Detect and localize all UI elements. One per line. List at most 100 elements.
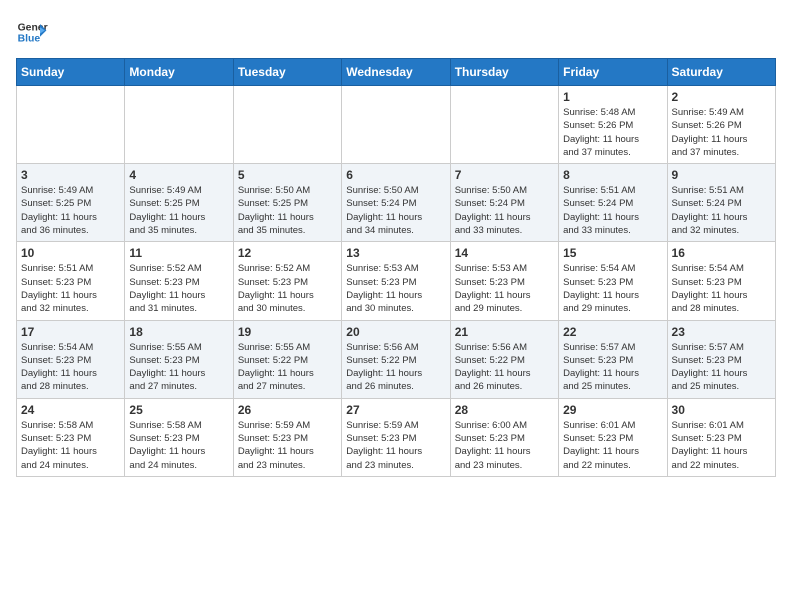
day-number: 11: [129, 246, 228, 260]
day-number: 5: [238, 168, 337, 182]
day-info: Sunrise: 5:51 AM Sunset: 5:24 PM Dayligh…: [672, 184, 771, 237]
day-info: Sunrise: 5:49 AM Sunset: 5:25 PM Dayligh…: [21, 184, 120, 237]
day-number: 14: [455, 246, 554, 260]
svg-text:Blue: Blue: [18, 34, 41, 45]
weekday-header: Friday: [559, 59, 667, 86]
day-info: Sunrise: 6:01 AM Sunset: 5:23 PM Dayligh…: [563, 419, 662, 472]
calendar-cell: 19 Sunrise: 5:55 AM Sunset: 5:22 PM Dayli…: [233, 320, 341, 398]
page-header: General Blue: [16, 16, 776, 48]
calendar-cell: 30 Sunrise: 6:01 AM Sunset: 5:23 PM Dayli…: [667, 398, 775, 476]
calendar-cell: 12 Sunrise: 5:52 AM Sunset: 5:23 PM Dayli…: [233, 242, 341, 320]
calendar-header-row: SundayMondayTuesdayWednesdayThursdayFrid…: [17, 59, 776, 86]
day-number: 22: [563, 325, 662, 339]
calendar-cell: 18 Sunrise: 5:55 AM Sunset: 5:23 PM Dayli…: [125, 320, 233, 398]
weekday-header: Sunday: [17, 59, 125, 86]
day-number: 23: [672, 325, 771, 339]
day-number: 12: [238, 246, 337, 260]
calendar-cell: 17 Sunrise: 5:54 AM Sunset: 5:23 PM Dayli…: [17, 320, 125, 398]
day-number: 26: [238, 403, 337, 417]
day-number: 2: [672, 90, 771, 104]
day-number: 27: [346, 403, 445, 417]
day-info: Sunrise: 6:01 AM Sunset: 5:23 PM Dayligh…: [672, 419, 771, 472]
day-info: Sunrise: 5:58 AM Sunset: 5:23 PM Dayligh…: [129, 419, 228, 472]
calendar-cell: 13 Sunrise: 5:53 AM Sunset: 5:23 PM Dayli…: [342, 242, 450, 320]
calendar-cell: 4 Sunrise: 5:49 AM Sunset: 5:25 PM Daylig…: [125, 164, 233, 242]
day-info: Sunrise: 5:54 AM Sunset: 5:23 PM Dayligh…: [563, 262, 662, 315]
calendar-cell: 20 Sunrise: 5:56 AM Sunset: 5:22 PM Dayli…: [342, 320, 450, 398]
day-info: Sunrise: 5:56 AM Sunset: 5:22 PM Dayligh…: [455, 341, 554, 394]
day-number: 13: [346, 246, 445, 260]
calendar-cell: 11 Sunrise: 5:52 AM Sunset: 5:23 PM Dayli…: [125, 242, 233, 320]
day-info: Sunrise: 5:59 AM Sunset: 5:23 PM Dayligh…: [238, 419, 337, 472]
day-number: 28: [455, 403, 554, 417]
day-info: Sunrise: 5:56 AM Sunset: 5:22 PM Dayligh…: [346, 341, 445, 394]
day-number: 20: [346, 325, 445, 339]
day-info: Sunrise: 5:51 AM Sunset: 5:24 PM Dayligh…: [563, 184, 662, 237]
day-info: Sunrise: 6:00 AM Sunset: 5:23 PM Dayligh…: [455, 419, 554, 472]
logo: General Blue: [16, 16, 52, 48]
day-number: 21: [455, 325, 554, 339]
calendar-cell: 9 Sunrise: 5:51 AM Sunset: 5:24 PM Daylig…: [667, 164, 775, 242]
day-number: 30: [672, 403, 771, 417]
calendar-cell: 15 Sunrise: 5:54 AM Sunset: 5:23 PM Dayli…: [559, 242, 667, 320]
day-info: Sunrise: 5:49 AM Sunset: 5:26 PM Dayligh…: [672, 106, 771, 159]
weekday-header: Tuesday: [233, 59, 341, 86]
day-info: Sunrise: 5:55 AM Sunset: 5:22 PM Dayligh…: [238, 341, 337, 394]
weekday-header: Wednesday: [342, 59, 450, 86]
day-number: 8: [563, 168, 662, 182]
day-number: 19: [238, 325, 337, 339]
day-info: Sunrise: 5:52 AM Sunset: 5:23 PM Dayligh…: [129, 262, 228, 315]
calendar-cell: 16Sunrise: 5:54 AM Sunset: 5:23 PM Dayli…: [667, 242, 775, 320]
calendar-cell: [17, 86, 125, 164]
day-number: 1: [563, 90, 662, 104]
calendar-week-row: 1 Sunrise: 5:48 AM Sunset: 5:26 PM Daylig…: [17, 86, 776, 164]
calendar-table: SundayMondayTuesdayWednesdayThursdayFrid…: [16, 58, 776, 477]
day-number: 25: [129, 403, 228, 417]
day-number: 24: [21, 403, 120, 417]
calendar-week-row: 24 Sunrise: 5:58 AM Sunset: 5:23 PM Dayli…: [17, 398, 776, 476]
day-number: 18: [129, 325, 228, 339]
calendar-cell: 21 Sunrise: 5:56 AM Sunset: 5:22 PM Dayli…: [450, 320, 558, 398]
day-info: Sunrise: 5:50 AM Sunset: 5:25 PM Dayligh…: [238, 184, 337, 237]
calendar-cell: 23Sunrise: 5:57 AM Sunset: 5:23 PM Dayli…: [667, 320, 775, 398]
calendar-cell: 24Sunrise: 5:58 AM Sunset: 5:23 PM Dayli…: [17, 398, 125, 476]
calendar-cell: 14 Sunrise: 5:53 AM Sunset: 5:23 PM Dayli…: [450, 242, 558, 320]
calendar-cell: 26 Sunrise: 5:59 AM Sunset: 5:23 PM Dayli…: [233, 398, 341, 476]
calendar-cell: 25 Sunrise: 5:58 AM Sunset: 5:23 PM Dayli…: [125, 398, 233, 476]
calendar-cell: 28 Sunrise: 6:00 AM Sunset: 5:23 PM Dayli…: [450, 398, 558, 476]
day-number: 16: [672, 246, 771, 260]
calendar-cell: 22 Sunrise: 5:57 AM Sunset: 5:23 PM Dayli…: [559, 320, 667, 398]
day-number: 10: [21, 246, 120, 260]
day-number: 9: [672, 168, 771, 182]
day-info: Sunrise: 5:57 AM Sunset: 5:23 PM Dayligh…: [563, 341, 662, 394]
day-number: 15: [563, 246, 662, 260]
calendar-week-row: 3 Sunrise: 5:49 AM Sunset: 5:25 PM Daylig…: [17, 164, 776, 242]
day-info: Sunrise: 5:52 AM Sunset: 5:23 PM Dayligh…: [238, 262, 337, 315]
weekday-header: Thursday: [450, 59, 558, 86]
day-info: Sunrise: 5:59 AM Sunset: 5:23 PM Dayligh…: [346, 419, 445, 472]
day-number: 4: [129, 168, 228, 182]
calendar-cell: 7Sunrise: 5:50 AM Sunset: 5:24 PM Daylig…: [450, 164, 558, 242]
weekday-header: Saturday: [667, 59, 775, 86]
day-number: 17: [21, 325, 120, 339]
day-info: Sunrise: 5:53 AM Sunset: 5:23 PM Dayligh…: [346, 262, 445, 315]
day-info: Sunrise: 5:54 AM Sunset: 5:23 PM Dayligh…: [21, 341, 120, 394]
calendar-cell: 1 Sunrise: 5:48 AM Sunset: 5:26 PM Daylig…: [559, 86, 667, 164]
calendar-week-row: 17 Sunrise: 5:54 AM Sunset: 5:23 PM Dayli…: [17, 320, 776, 398]
day-info: Sunrise: 5:48 AM Sunset: 5:26 PM Dayligh…: [563, 106, 662, 159]
calendar-cell: [125, 86, 233, 164]
calendar-cell: 27 Sunrise: 5:59 AM Sunset: 5:23 PM Dayli…: [342, 398, 450, 476]
calendar-cell: 8 Sunrise: 5:51 AM Sunset: 5:24 PM Daylig…: [559, 164, 667, 242]
day-number: 3: [21, 168, 120, 182]
day-info: Sunrise: 5:55 AM Sunset: 5:23 PM Dayligh…: [129, 341, 228, 394]
calendar-cell: 10 Sunrise: 5:51 AM Sunset: 5:23 PM Dayli…: [17, 242, 125, 320]
calendar-cell: 3 Sunrise: 5:49 AM Sunset: 5:25 PM Daylig…: [17, 164, 125, 242]
calendar-cell: 5 Sunrise: 5:50 AM Sunset: 5:25 PM Daylig…: [233, 164, 341, 242]
calendar-cell: 2 Sunrise: 5:49 AM Sunset: 5:26 PM Daylig…: [667, 86, 775, 164]
day-info: Sunrise: 5:49 AM Sunset: 5:25 PM Dayligh…: [129, 184, 228, 237]
day-number: 29: [563, 403, 662, 417]
day-info: Sunrise: 5:53 AM Sunset: 5:23 PM Dayligh…: [455, 262, 554, 315]
calendar-cell: 6Sunrise: 5:50 AM Sunset: 5:24 PM Daylig…: [342, 164, 450, 242]
day-info: Sunrise: 5:51 AM Sunset: 5:23 PM Dayligh…: [21, 262, 120, 315]
day-number: 7: [455, 168, 554, 182]
